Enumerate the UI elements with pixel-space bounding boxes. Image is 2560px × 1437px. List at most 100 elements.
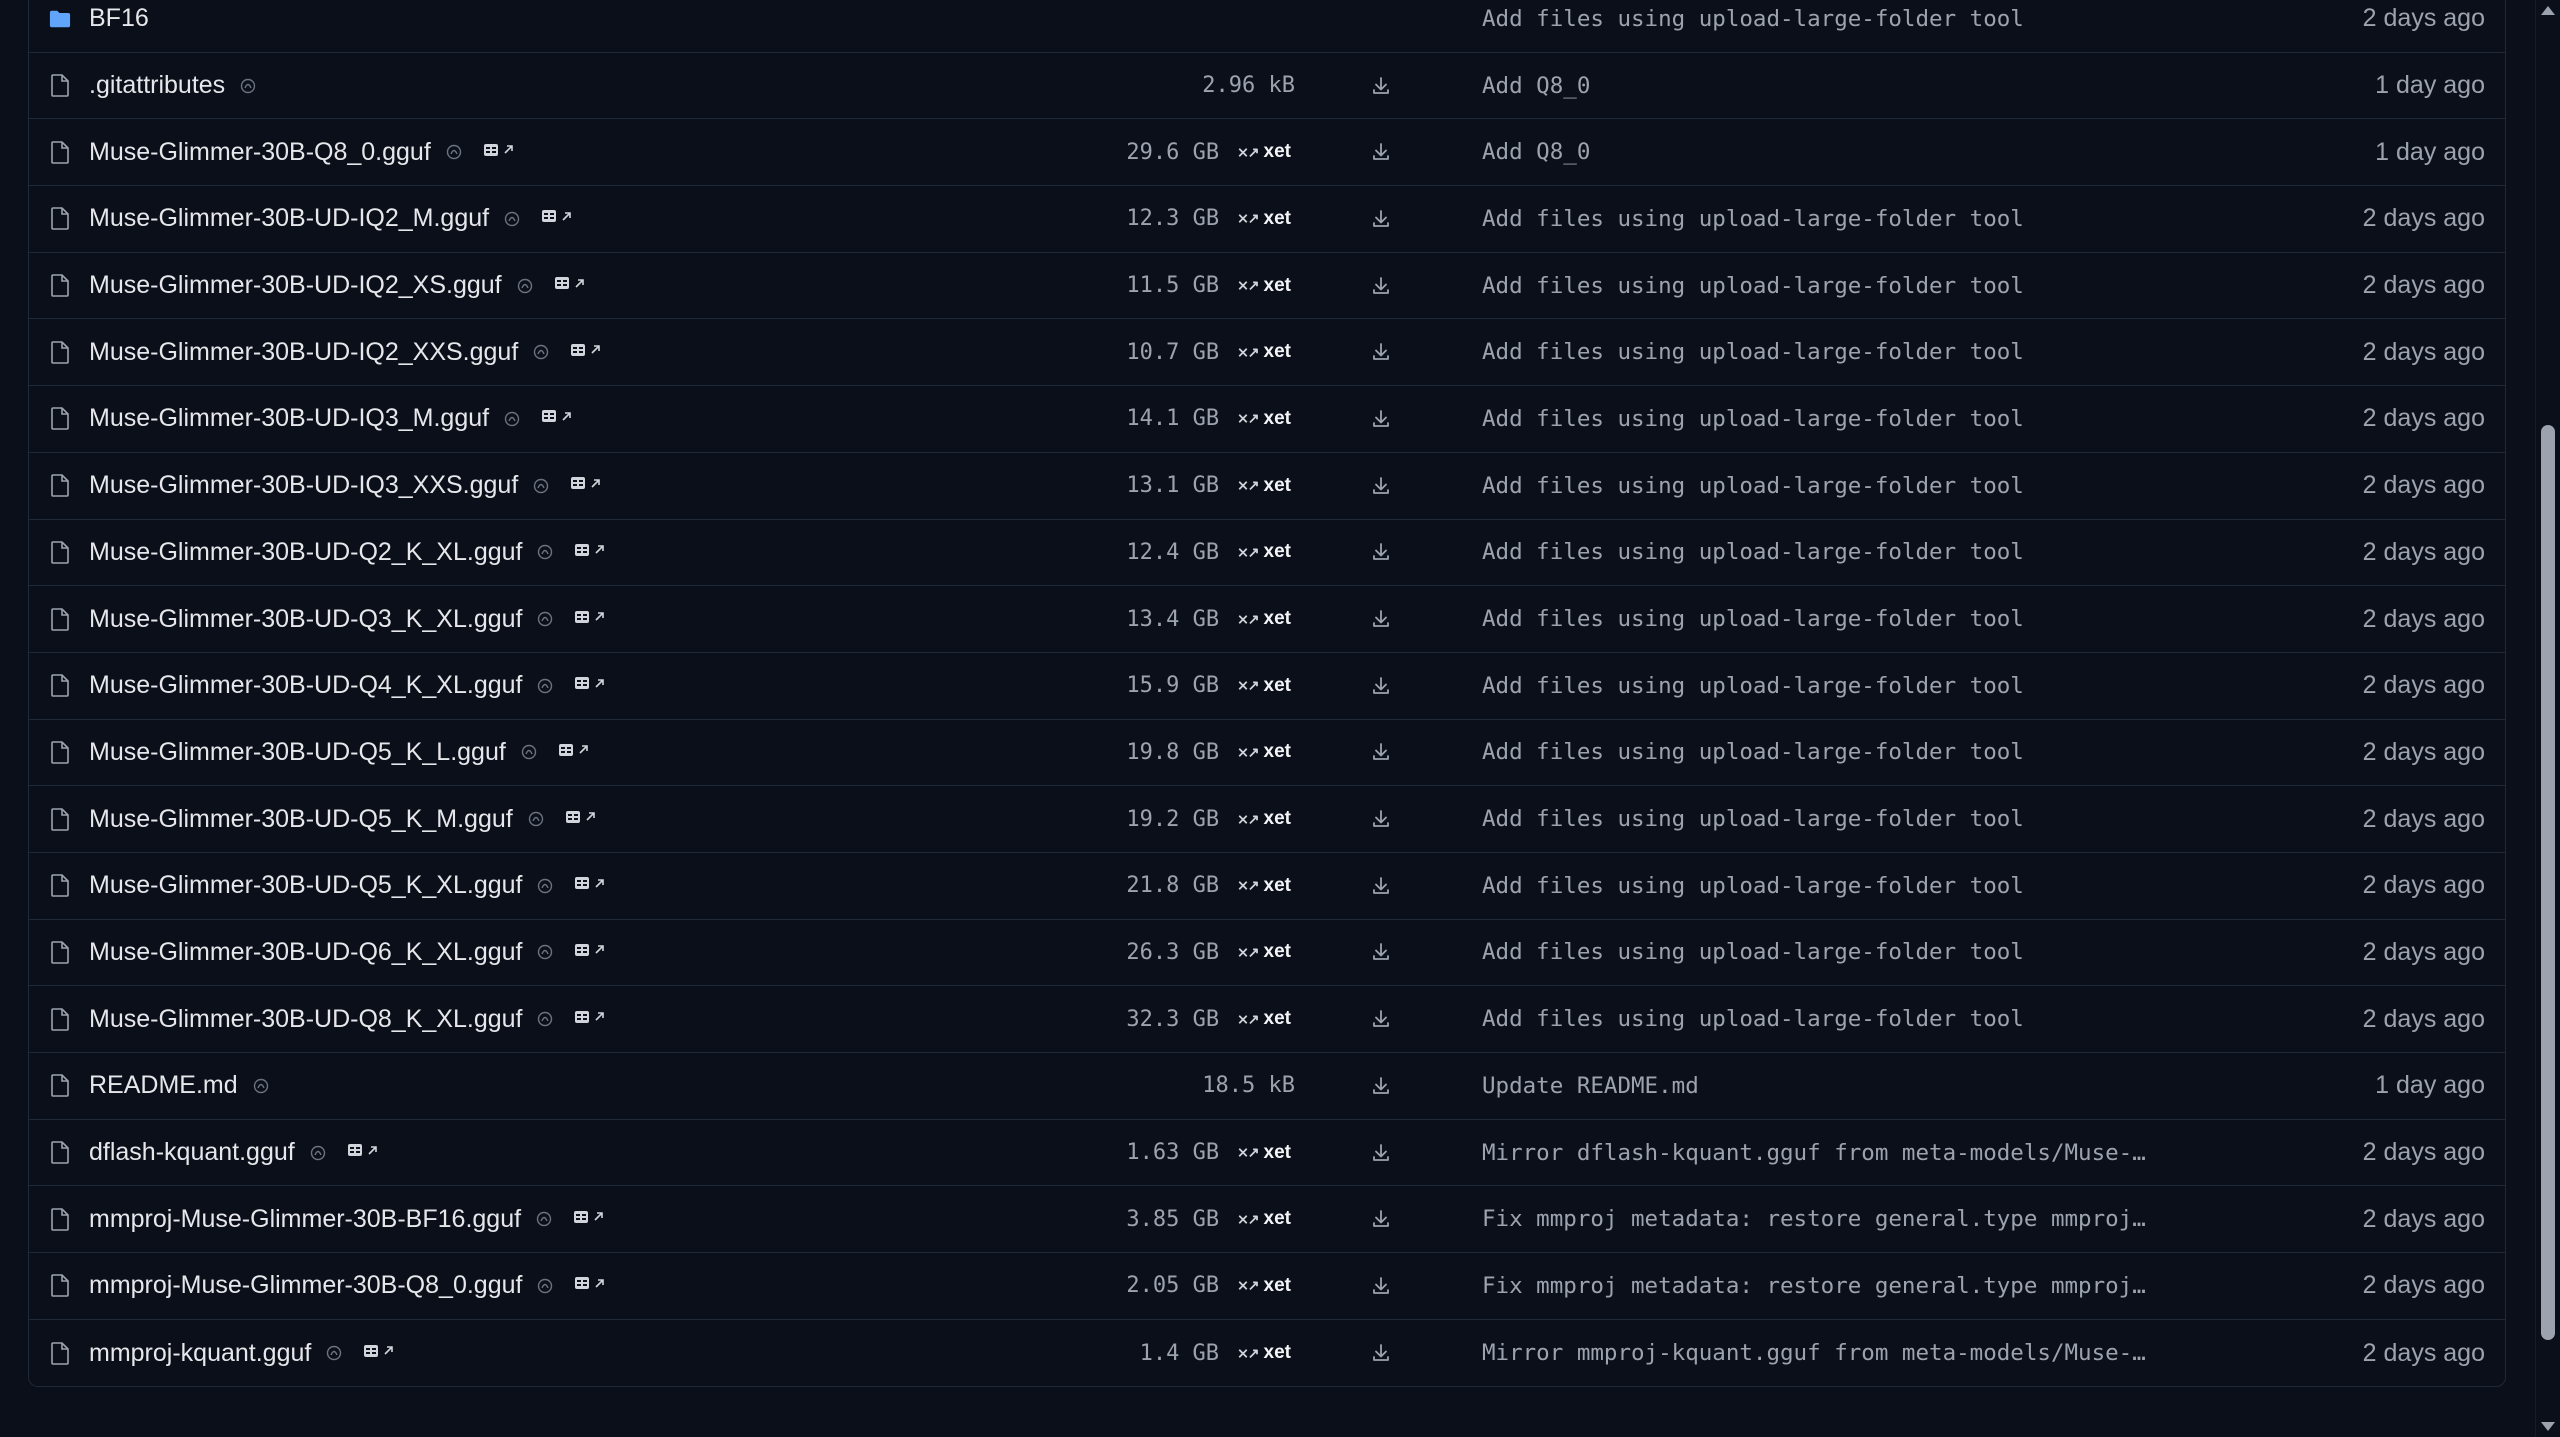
xet-badge[interactable]: ⨯↗ xet xyxy=(1231,138,1297,166)
file-name-link[interactable]: Muse-Glimmer-30B-UD-Q4_K_XL.gguf xyxy=(89,671,522,700)
commit-message-link[interactable]: Add files using upload-large-folder tool xyxy=(1482,273,2024,299)
commit-message-link[interactable]: Add files using upload-large-folder tool xyxy=(1482,539,2024,565)
commit-message-link[interactable]: Update README.md xyxy=(1482,1073,1699,1099)
download-button[interactable] xyxy=(1366,537,1396,567)
open-viewer-button[interactable] xyxy=(568,874,612,898)
open-viewer-button[interactable] xyxy=(564,340,608,364)
file-row[interactable]: README.md 18.5 kB Update README.md 1 day ag… xyxy=(29,1053,2505,1120)
xet-badge[interactable]: ⨯↗ xet xyxy=(1231,738,1297,766)
xet-badge[interactable]: ⨯↗ xet xyxy=(1231,472,1297,500)
xet-badge[interactable]: ⨯↗ xet xyxy=(1231,1205,1297,1233)
vertical-scrollbar[interactable] xyxy=(2535,0,2560,1437)
download-button[interactable] xyxy=(1366,337,1396,367)
scroll-down-arrow-icon[interactable] xyxy=(2541,1422,2555,1431)
commit-message-link[interactable]: Add files using upload-large-folder tool xyxy=(1482,206,2024,232)
commit-message-link[interactable]: Mirror dflash-kquant.gguf from meta-mode… xyxy=(1482,1140,2146,1166)
commit-message-link[interactable]: Add files using upload-large-folder tool xyxy=(1482,1006,2024,1032)
file-name-link[interactable]: Muse-Glimmer-30B-UD-Q3_K_XL.gguf xyxy=(89,605,522,634)
file-name-link[interactable]: Muse-Glimmer-30B-UD-Q5_K_XL.gguf xyxy=(89,871,522,900)
scrollbar-thumb[interactable] xyxy=(2541,425,2555,1340)
file-name-link[interactable]: Muse-Glimmer-30B-UD-IQ3_XXS.gguf xyxy=(89,471,518,500)
download-button[interactable] xyxy=(1366,604,1396,634)
xet-badge[interactable]: ⨯↗ xet xyxy=(1231,205,1297,233)
commit-message-link[interactable]: Add files using upload-large-folder tool xyxy=(1482,673,2024,699)
commit-message-link[interactable]: Add files using upload-large-folder tool xyxy=(1482,473,2024,499)
open-viewer-button[interactable] xyxy=(559,807,603,831)
download-button[interactable] xyxy=(1366,737,1396,767)
file-row[interactable]: Muse-Glimmer-30B-UD-IQ3_M.gguf 14.1 GB ⨯↗ x… xyxy=(29,386,2505,453)
scroll-up-arrow-icon[interactable] xyxy=(2541,6,2555,15)
file-row[interactable]: Muse-Glimmer-30B-UD-Q2_K_XL.gguf 12.4 GB ⨯… xyxy=(29,520,2505,587)
file-row[interactable]: Muse-Glimmer-30B-UD-Q4_K_XL.gguf 15.9 GB ⨯… xyxy=(29,653,2505,720)
xet-badge[interactable]: ⨯↗ xet xyxy=(1231,538,1297,566)
download-button[interactable] xyxy=(1366,1004,1396,1034)
open-viewer-button[interactable] xyxy=(477,140,521,164)
file-row[interactable]: .gitattributes 2.96 kB Add Q8_0 1 day ago xyxy=(29,53,2505,120)
commit-message-link[interactable]: Fix mmproj metadata: restore general.typ… xyxy=(1482,1273,2146,1299)
file-row[interactable]: Muse-Glimmer-30B-UD-IQ2_XXS.gguf 10.7 GB ⨯… xyxy=(29,319,2505,387)
file-row[interactable]: mmproj-Muse-Glimmer-30B-BF16.gguf 3.85 GB… xyxy=(29,1186,2505,1254)
file-row[interactable]: Muse-Glimmer-30B-UD-Q6_K_XL.gguf 26.3 GB ⨯… xyxy=(29,920,2505,987)
download-button[interactable] xyxy=(1366,1338,1396,1368)
file-name-link[interactable]: Muse-Glimmer-30B-UD-IQ2_XS.gguf xyxy=(89,271,502,300)
open-viewer-button[interactable] xyxy=(568,607,612,631)
open-viewer-button[interactable] xyxy=(548,274,592,298)
download-button[interactable] xyxy=(1366,471,1396,501)
file-name-link[interactable]: mmproj-kquant.gguf xyxy=(89,1339,311,1368)
file-name-link[interactable]: .gitattributes xyxy=(89,71,225,100)
folder-row[interactable]: BF16 Add files using upload-large-folder … xyxy=(29,0,2505,53)
commit-message-link[interactable]: Add files using upload-large-folder tool xyxy=(1482,873,2024,899)
commit-message-link[interactable]: Fix mmproj metadata: restore general.typ… xyxy=(1482,1206,2146,1232)
xet-badge[interactable]: ⨯↗ xet xyxy=(1231,1339,1297,1367)
commit-message-link[interactable]: Add files using upload-large-folder tool xyxy=(1482,606,2024,632)
commit-message-link[interactable]: Add files using upload-large-folder tool xyxy=(1482,739,2024,765)
file-name-link[interactable]: Muse-Glimmer-30B-UD-IQ3_M.gguf xyxy=(89,404,489,433)
open-viewer-button[interactable] xyxy=(357,1341,401,1365)
file-name-link[interactable]: Muse-Glimmer-30B-UD-Q8_K_XL.gguf xyxy=(89,1005,522,1034)
download-button[interactable] xyxy=(1366,1204,1396,1234)
file-name-link[interactable]: Muse-Glimmer-30B-Q8_0.gguf xyxy=(89,138,431,167)
download-button[interactable] xyxy=(1366,404,1396,434)
file-name-link[interactable]: Muse-Glimmer-30B-UD-Q6_K_XL.gguf xyxy=(89,938,522,967)
open-viewer-button[interactable] xyxy=(552,740,596,764)
open-viewer-button[interactable] xyxy=(568,1274,612,1298)
commit-message-link[interactable]: Add files using upload-large-folder tool xyxy=(1482,406,2024,432)
download-button[interactable] xyxy=(1366,1271,1396,1301)
file-row[interactable]: dflash-kquant.gguf 1.63 GB ⨯↗ xet Mirror dfl… xyxy=(29,1120,2505,1187)
file-row[interactable]: Muse-Glimmer-30B-UD-Q5_K_XL.gguf 21.8 GB ⨯… xyxy=(29,853,2505,920)
open-viewer-button[interactable] xyxy=(341,1141,385,1165)
file-name-link[interactable]: dflash-kquant.gguf xyxy=(89,1138,295,1167)
commit-message-link[interactable]: Add Q8_0 xyxy=(1482,139,1590,165)
file-row[interactable]: Muse-Glimmer-30B-UD-IQ3_XXS.gguf 13.1 GB ⨯… xyxy=(29,453,2505,520)
open-viewer-button[interactable] xyxy=(564,474,608,498)
open-viewer-button[interactable] xyxy=(535,407,579,431)
open-viewer-button[interactable] xyxy=(568,1007,612,1031)
download-button[interactable] xyxy=(1366,871,1396,901)
open-viewer-button[interactable] xyxy=(568,674,612,698)
file-row[interactable]: Muse-Glimmer-30B-Q8_0.gguf 29.6 GB ⨯↗ xet Ad… xyxy=(29,119,2505,187)
file-name-link[interactable]: Muse-Glimmer-30B-UD-IQ2_M.gguf xyxy=(89,204,489,233)
xet-badge[interactable]: ⨯↗ xet xyxy=(1231,605,1297,633)
xet-badge[interactable]: ⨯↗ xet xyxy=(1231,805,1297,833)
file-row[interactable]: Muse-Glimmer-30B-UD-Q3_K_XL.gguf 13.4 GB ⨯… xyxy=(29,586,2505,653)
xet-badge[interactable]: ⨯↗ xet xyxy=(1231,1005,1297,1033)
file-name-link[interactable]: Muse-Glimmer-30B-UD-Q5_K_M.gguf xyxy=(89,805,513,834)
file-name-link[interactable]: mmproj-Muse-Glimmer-30B-Q8_0.gguf xyxy=(89,1271,522,1300)
open-viewer-button[interactable] xyxy=(567,1207,611,1231)
download-button[interactable] xyxy=(1366,804,1396,834)
file-name-link[interactable]: Muse-Glimmer-30B-UD-IQ2_XXS.gguf xyxy=(89,338,518,367)
download-button[interactable] xyxy=(1366,937,1396,967)
file-name-link[interactable]: README.md xyxy=(89,1071,238,1100)
xet-badge[interactable]: ⨯↗ xet xyxy=(1231,1272,1297,1300)
file-row[interactable]: Muse-Glimmer-30B-UD-Q8_K_XL.gguf 32.3 GB ⨯… xyxy=(29,986,2505,1053)
file-name-link[interactable]: mmproj-Muse-Glimmer-30B-BF16.gguf xyxy=(89,1205,521,1234)
file-row[interactable]: mmproj-kquant.gguf 1.4 GB ⨯↗ xet Mirror mmpr… xyxy=(29,1320,2505,1387)
file-name-link[interactable]: Muse-Glimmer-30B-UD-Q2_K_XL.gguf xyxy=(89,538,522,567)
xet-badge[interactable]: ⨯↗ xet xyxy=(1231,1139,1297,1167)
xet-badge[interactable]: ⨯↗ xet xyxy=(1231,672,1297,700)
commit-message-link[interactable]: Add Q8_0 xyxy=(1482,73,1590,99)
download-button[interactable] xyxy=(1366,1071,1396,1101)
xet-badge[interactable]: ⨯↗ xet xyxy=(1231,938,1297,966)
file-row[interactable]: Muse-Glimmer-30B-UD-IQ2_XS.gguf 11.5 GB ⨯↗… xyxy=(29,253,2505,320)
commit-message-link[interactable]: Mirror mmproj-kquant.gguf from meta-mode… xyxy=(1482,1340,2146,1366)
